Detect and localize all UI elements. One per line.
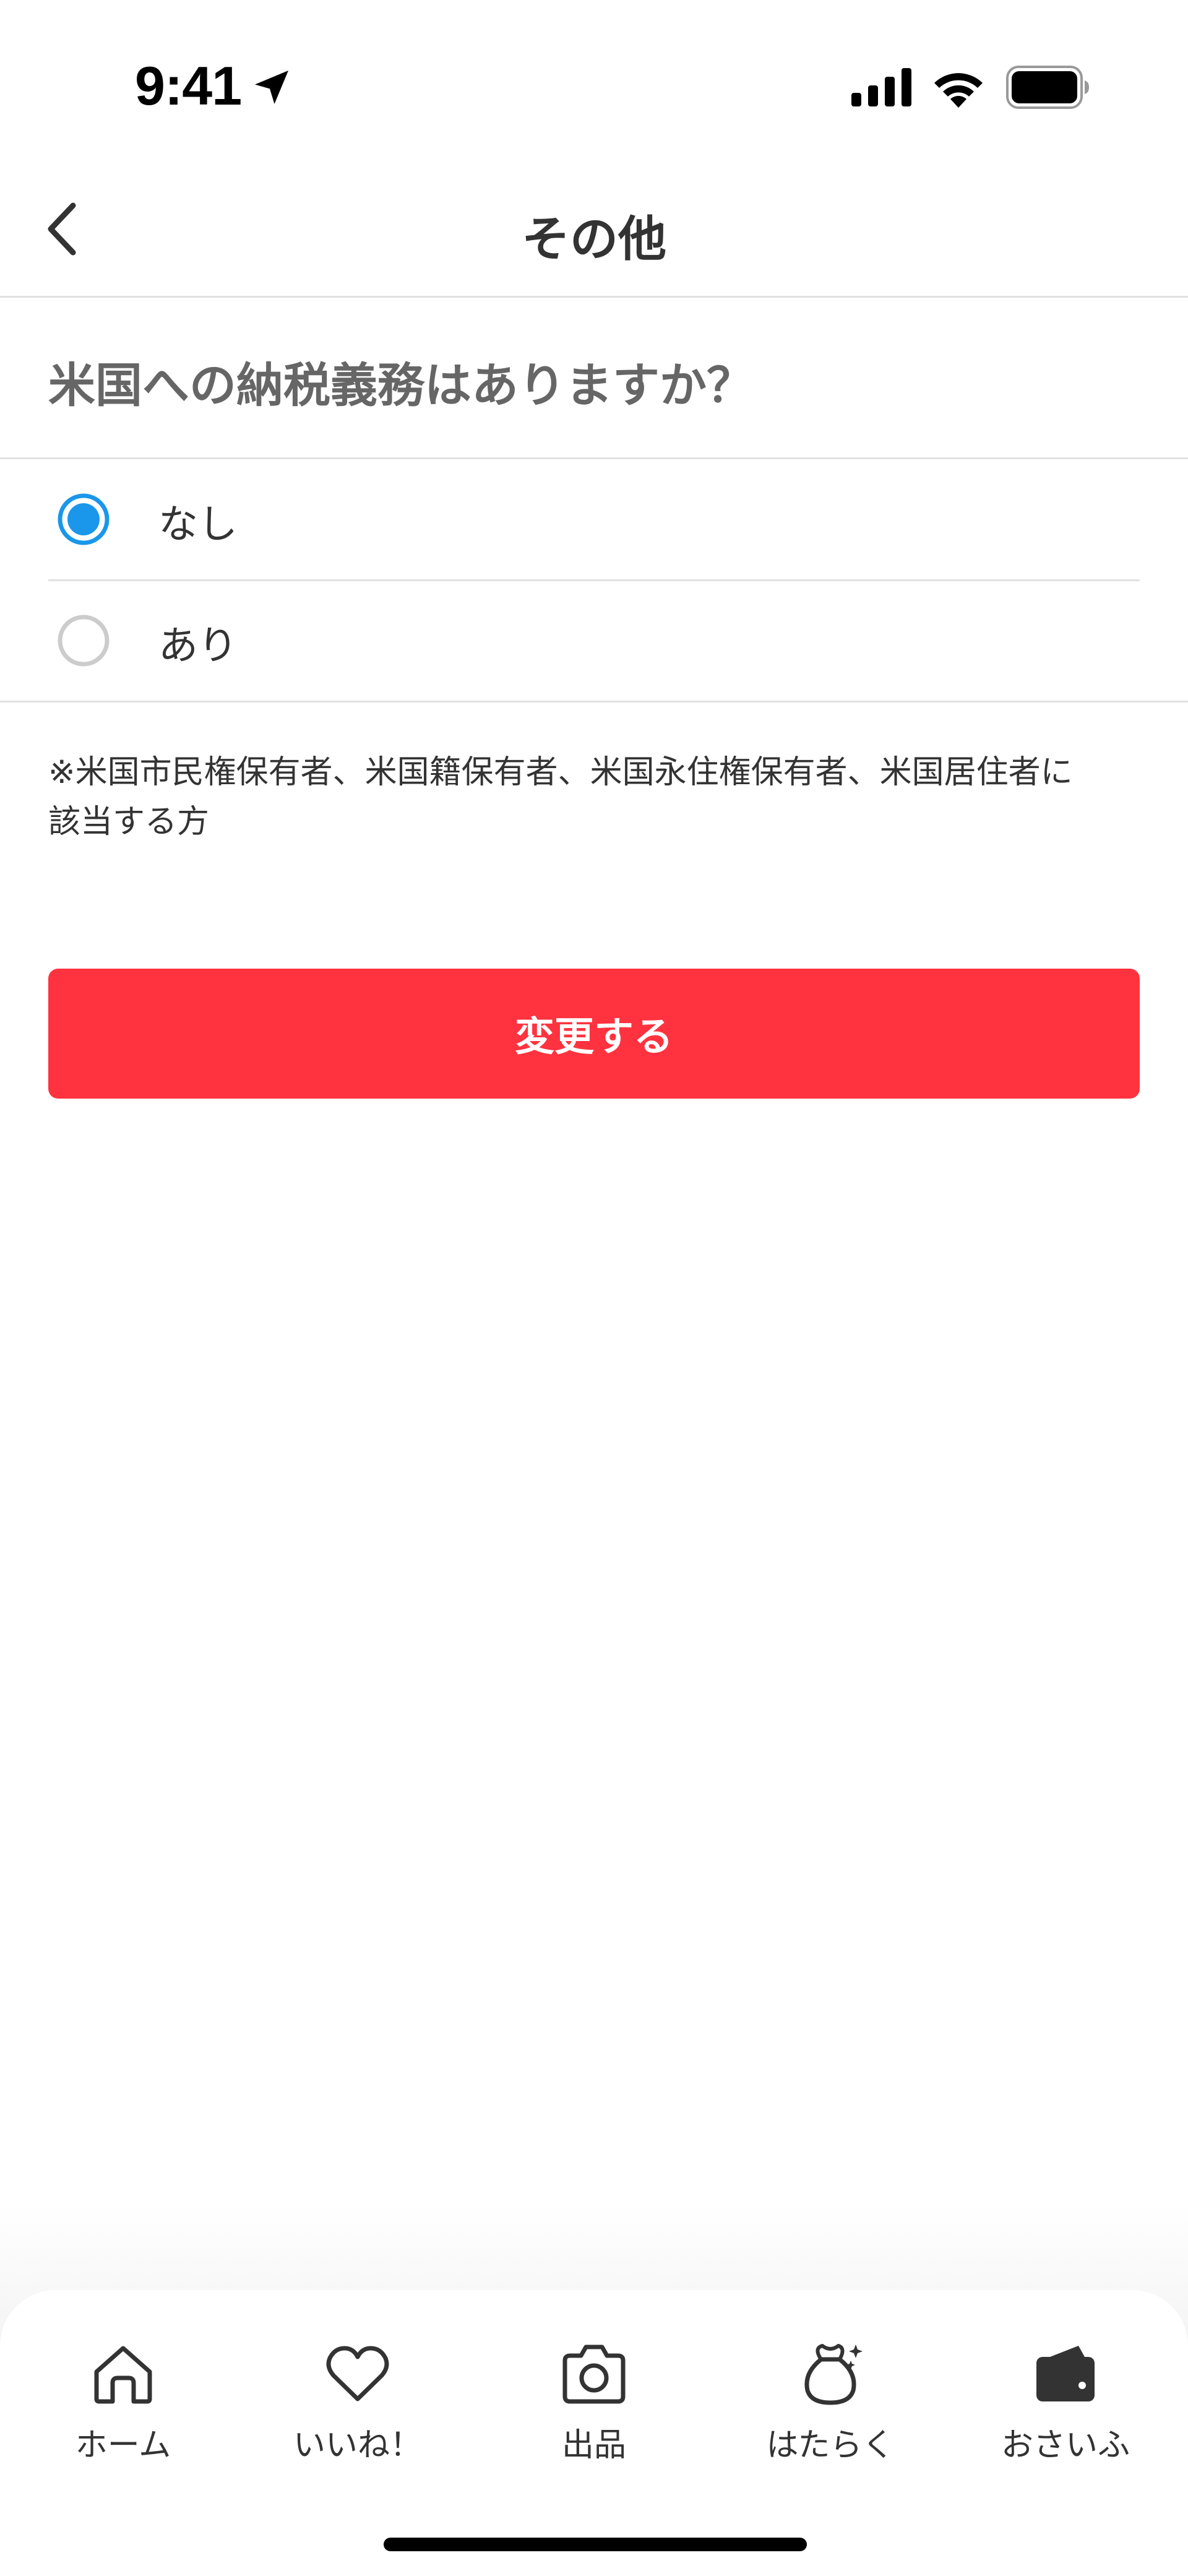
tab-sell[interactable]: 出品	[475, 2340, 713, 2482]
wifi-icon	[934, 73, 983, 108]
option-yes[interactable]: あり	[0, 581, 1188, 701]
note-line: 該当する方	[48, 803, 210, 841]
page-title: その他	[521, 212, 666, 267]
home-indicator	[384, 2538, 807, 2551]
note-text: ※米国市民権保有者、米国籍保有者、米国永住権保有者、米国居住者に 該当する方	[48, 748, 1150, 847]
divider	[0, 701, 1188, 702]
navigation-bar: その他	[0, 161, 1188, 298]
cellular-signal-icon	[851, 68, 911, 106]
tab-bar: ホーム いいね！ 出品 はたらく おさいふ	[0, 2290, 1188, 2576]
radio-unselected-icon[interactable]	[57, 614, 110, 667]
tab-home[interactable]: ホーム	[4, 2340, 242, 2482]
change-button[interactable]: 変更する	[48, 969, 1140, 1099]
tab-label: おさいふ	[1001, 2427, 1130, 2464]
home-icon	[94, 2346, 152, 2404]
option-label: なし	[158, 502, 238, 548]
tab-likes[interactable]: いいね！	[239, 2340, 476, 2482]
tab-label: ホーム	[75, 2427, 171, 2464]
question-section: 米国への納税義務はありますか？	[0, 298, 1188, 459]
camera-icon	[562, 2345, 626, 2404]
tab-label: はたらく	[766, 2427, 895, 2464]
tab-work[interactable]: はたらく	[712, 2340, 949, 2482]
tab-label: 出品	[561, 2427, 626, 2464]
status-time: 9:41	[135, 55, 242, 116]
money-bag-icon	[804, 2344, 863, 2405]
wallet-icon	[1036, 2346, 1095, 2401]
battery-icon	[1006, 66, 1089, 109]
heart-icon	[326, 2346, 389, 2401]
option-none[interactable]: なし	[0, 459, 1188, 579]
status-bar: 9:41	[0, 0, 1188, 161]
option-label: あり	[158, 623, 238, 669]
location-arrow-icon	[255, 71, 288, 104]
tab-wallet[interactable]: おさいふ	[947, 2340, 1184, 2482]
radio-selected-icon[interactable]	[57, 493, 110, 546]
question-text: 米国への納税義務はありますか？	[48, 358, 754, 413]
tab-label: いいね！	[293, 2427, 422, 2464]
note-line: ※米国市民権保有者、米国籍保有者、米国永住権保有者、米国居住者に	[48, 754, 1073, 791]
